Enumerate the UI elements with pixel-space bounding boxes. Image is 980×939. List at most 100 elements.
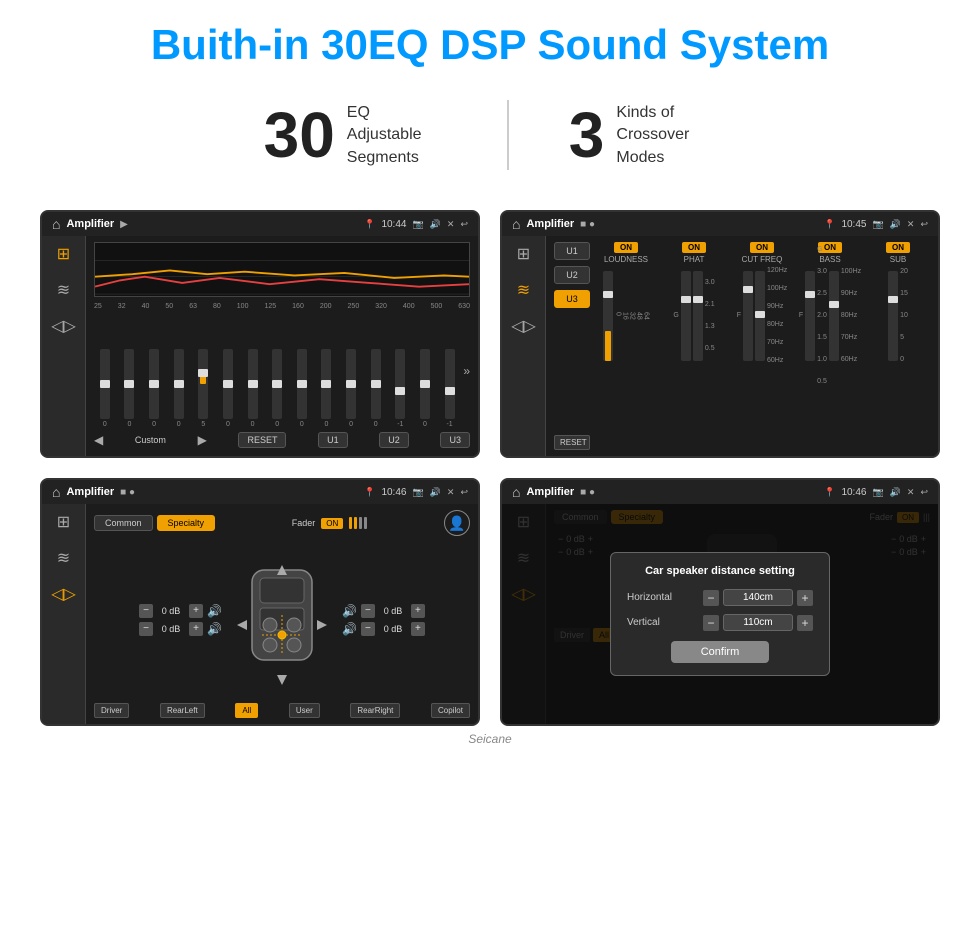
more-icon[interactable]: » [463,364,470,378]
db-minus-rl[interactable]: − [139,622,153,636]
sp-vol-icon[interactable]: ◁▷ [51,584,76,604]
sp-driver[interactable]: Driver [94,703,129,718]
eq-slider-6: 0 [242,349,264,428]
crossover-camera-icon: 📷 [872,219,883,230]
db-plus-rr[interactable]: + [411,622,425,636]
distance-dialog: Car speaker distance setting Horizontal … [610,552,830,676]
distance-home-icon[interactable]: ⌂ [512,484,520,500]
tab-specialty[interactable]: Specialty [157,515,216,531]
horizontal-plus[interactable]: + [797,590,813,606]
eq-slider-7: 0 [266,349,288,428]
crossover-back-icon[interactable]: ↩ [920,219,928,230]
vol-icon[interactable]: ◁▷ [51,316,76,336]
eq-slider-1: 0 [119,349,141,428]
phat-toggle[interactable]: ON [682,242,706,253]
dialog-overlay: Car speaker distance setting Horizontal … [502,504,938,724]
vertical-plus[interactable]: + [797,615,813,631]
eq-icon[interactable]: ⊞ [57,244,70,264]
distance-screen: ⌂ Amplifier ■ ● 📍 10:46 📷 🔊 ✕ ↩ ⊞ ≋ [500,478,940,726]
vertical-minus[interactable]: − [703,615,719,631]
eq-freq-labels: 2532 4050 6380 100125 160200 250320 4005… [94,303,470,310]
crossover-home-icon[interactable]: ⌂ [512,216,520,232]
u3-btn[interactable]: U3 [440,432,470,448]
horizontal-value[interactable]: 140cm [723,589,793,606]
screenshots-grid: ⌂ Amplifier ▶ 📍 10:44 📷 🔊 ✕ ↩ ⊞ ≋ [40,210,940,726]
sp-rearleft[interactable]: RearLeft [160,703,205,718]
eq-close-icon[interactable]: ✕ [447,219,455,230]
home-icon[interactable]: ⌂ [52,216,60,232]
user-icon[interactable]: 👤 [444,510,470,536]
next-arrow[interactable]: ▶ [198,433,207,447]
db-control-fl: − 0 dB + 🔊 [139,604,222,618]
dialog-confirm-row: Confirm [627,641,813,663]
sp-rearright[interactable]: RearRight [350,703,400,718]
u1-btn[interactable]: U1 [318,432,348,448]
stat-crossover: 3 Kinds of Crossover Modes [509,102,777,169]
crossover-close-icon[interactable]: ✕ [907,219,915,230]
preset-u3[interactable]: U3 [554,290,590,308]
eq-back-icon[interactable]: ↩ [460,219,468,230]
fader-on[interactable]: ON [321,518,343,529]
crossover-vol-icon[interactable]: ◁▷ [511,316,536,336]
watermark: Seicane [40,732,940,746]
loudness-toggle[interactable]: ON [614,242,638,253]
distance-back-icon[interactable]: ↩ [920,487,928,498]
crossover-reset[interactable]: RESET [554,435,590,450]
db-plus-fl[interactable]: + [189,604,203,618]
crossover-status-bar: ⌂ Amplifier ■ ● 📍 10:45 📷 🔊 ✕ ↩ [502,212,938,236]
preset-u1[interactable]: U1 [554,242,590,260]
crossover-presets: U1 U2 U3 RESET [554,242,590,450]
sp-user[interactable]: User [289,703,320,718]
sp-eq-icon[interactable]: ⊞ [57,512,70,532]
sp-copilot[interactable]: Copilot [431,703,470,718]
vertical-input-group: − 110cm + [703,614,813,631]
sp-wave-icon[interactable]: ≋ [57,548,70,568]
db-minus-rr[interactable]: − [361,622,375,636]
cutfreq-toggle[interactable]: ON [750,242,774,253]
wave-icon[interactable]: ≋ [57,280,70,300]
specialty-main-area: Common Specialty Fader ON [86,504,478,724]
dialog-title: Car speaker distance setting [627,565,813,577]
prev-arrow[interactable]: ◀ [94,433,103,447]
vertical-label: Vertical [627,617,660,628]
eq-time: 10:44 [381,219,406,230]
db-plus-rl[interactable]: + [189,622,203,636]
eq-screen: ⌂ Amplifier ▶ 📍 10:44 📷 🔊 ✕ ↩ ⊞ ≋ [40,210,480,458]
crossover-screen-content: ⊞ ≋ ◁▷ U1 U2 U3 RESET [502,236,938,456]
sub-toggle[interactable]: ON [886,242,910,253]
eq-status-bar: ⌂ Amplifier ▶ 📍 10:44 📷 🔊 ✕ ↩ [42,212,478,236]
ch-loudness: ON LOUDNESS 644832160 [594,242,658,450]
preset-u2[interactable]: U2 [554,266,590,284]
confirm-button[interactable]: Confirm [671,641,770,663]
speaker-rr-icon: 🔊 [342,622,357,636]
db-value-fr: 0 dB [379,606,407,616]
specialty-close-icon[interactable]: ✕ [447,487,455,498]
specialty-home-icon[interactable]: ⌂ [52,484,60,500]
speaker-fl-icon: 🔊 [207,604,222,618]
fader-label: Fader [292,518,316,528]
eq-status-left: ⌂ Amplifier ▶ [52,216,128,232]
eq-slider-3: 0 [168,349,190,428]
reset-btn[interactable]: RESET [238,432,286,448]
vertical-value[interactable]: 110cm [723,614,793,631]
distance-close-icon[interactable]: ✕ [907,487,915,498]
distance-time: 10:46 [841,487,866,498]
specialty-back-icon[interactable]: ↩ [460,487,468,498]
distance-status-right: 📍 10:46 📷 🔊 ✕ ↩ [824,487,928,498]
spec-tabs: Common Specialty [94,515,215,531]
tab-common[interactable]: Common [94,515,153,531]
horizontal-minus[interactable]: − [703,590,719,606]
u2-btn[interactable]: U2 [379,432,409,448]
db-minus-fl[interactable]: − [139,604,153,618]
crossover-wave-icon[interactable]: ≋ [517,280,530,300]
db-value-rl: 0 dB [157,624,185,634]
db-minus-fr[interactable]: − [361,604,375,618]
page-title: Buith-in 30EQ DSP Sound System [40,20,940,70]
db-plus-fr[interactable]: + [411,604,425,618]
db-value-fl: 0 dB [157,606,185,616]
crossover-eq-icon[interactable]: ⊞ [517,244,530,264]
sp-all[interactable]: All [235,703,258,718]
stat-eq: 30 EQ Adjustable Segments [204,102,507,169]
crossover-time: 10:45 [841,219,866,230]
speaker-controls-right: 🔊 − 0 dB + 🔊 − 0 dB + [342,604,425,636]
